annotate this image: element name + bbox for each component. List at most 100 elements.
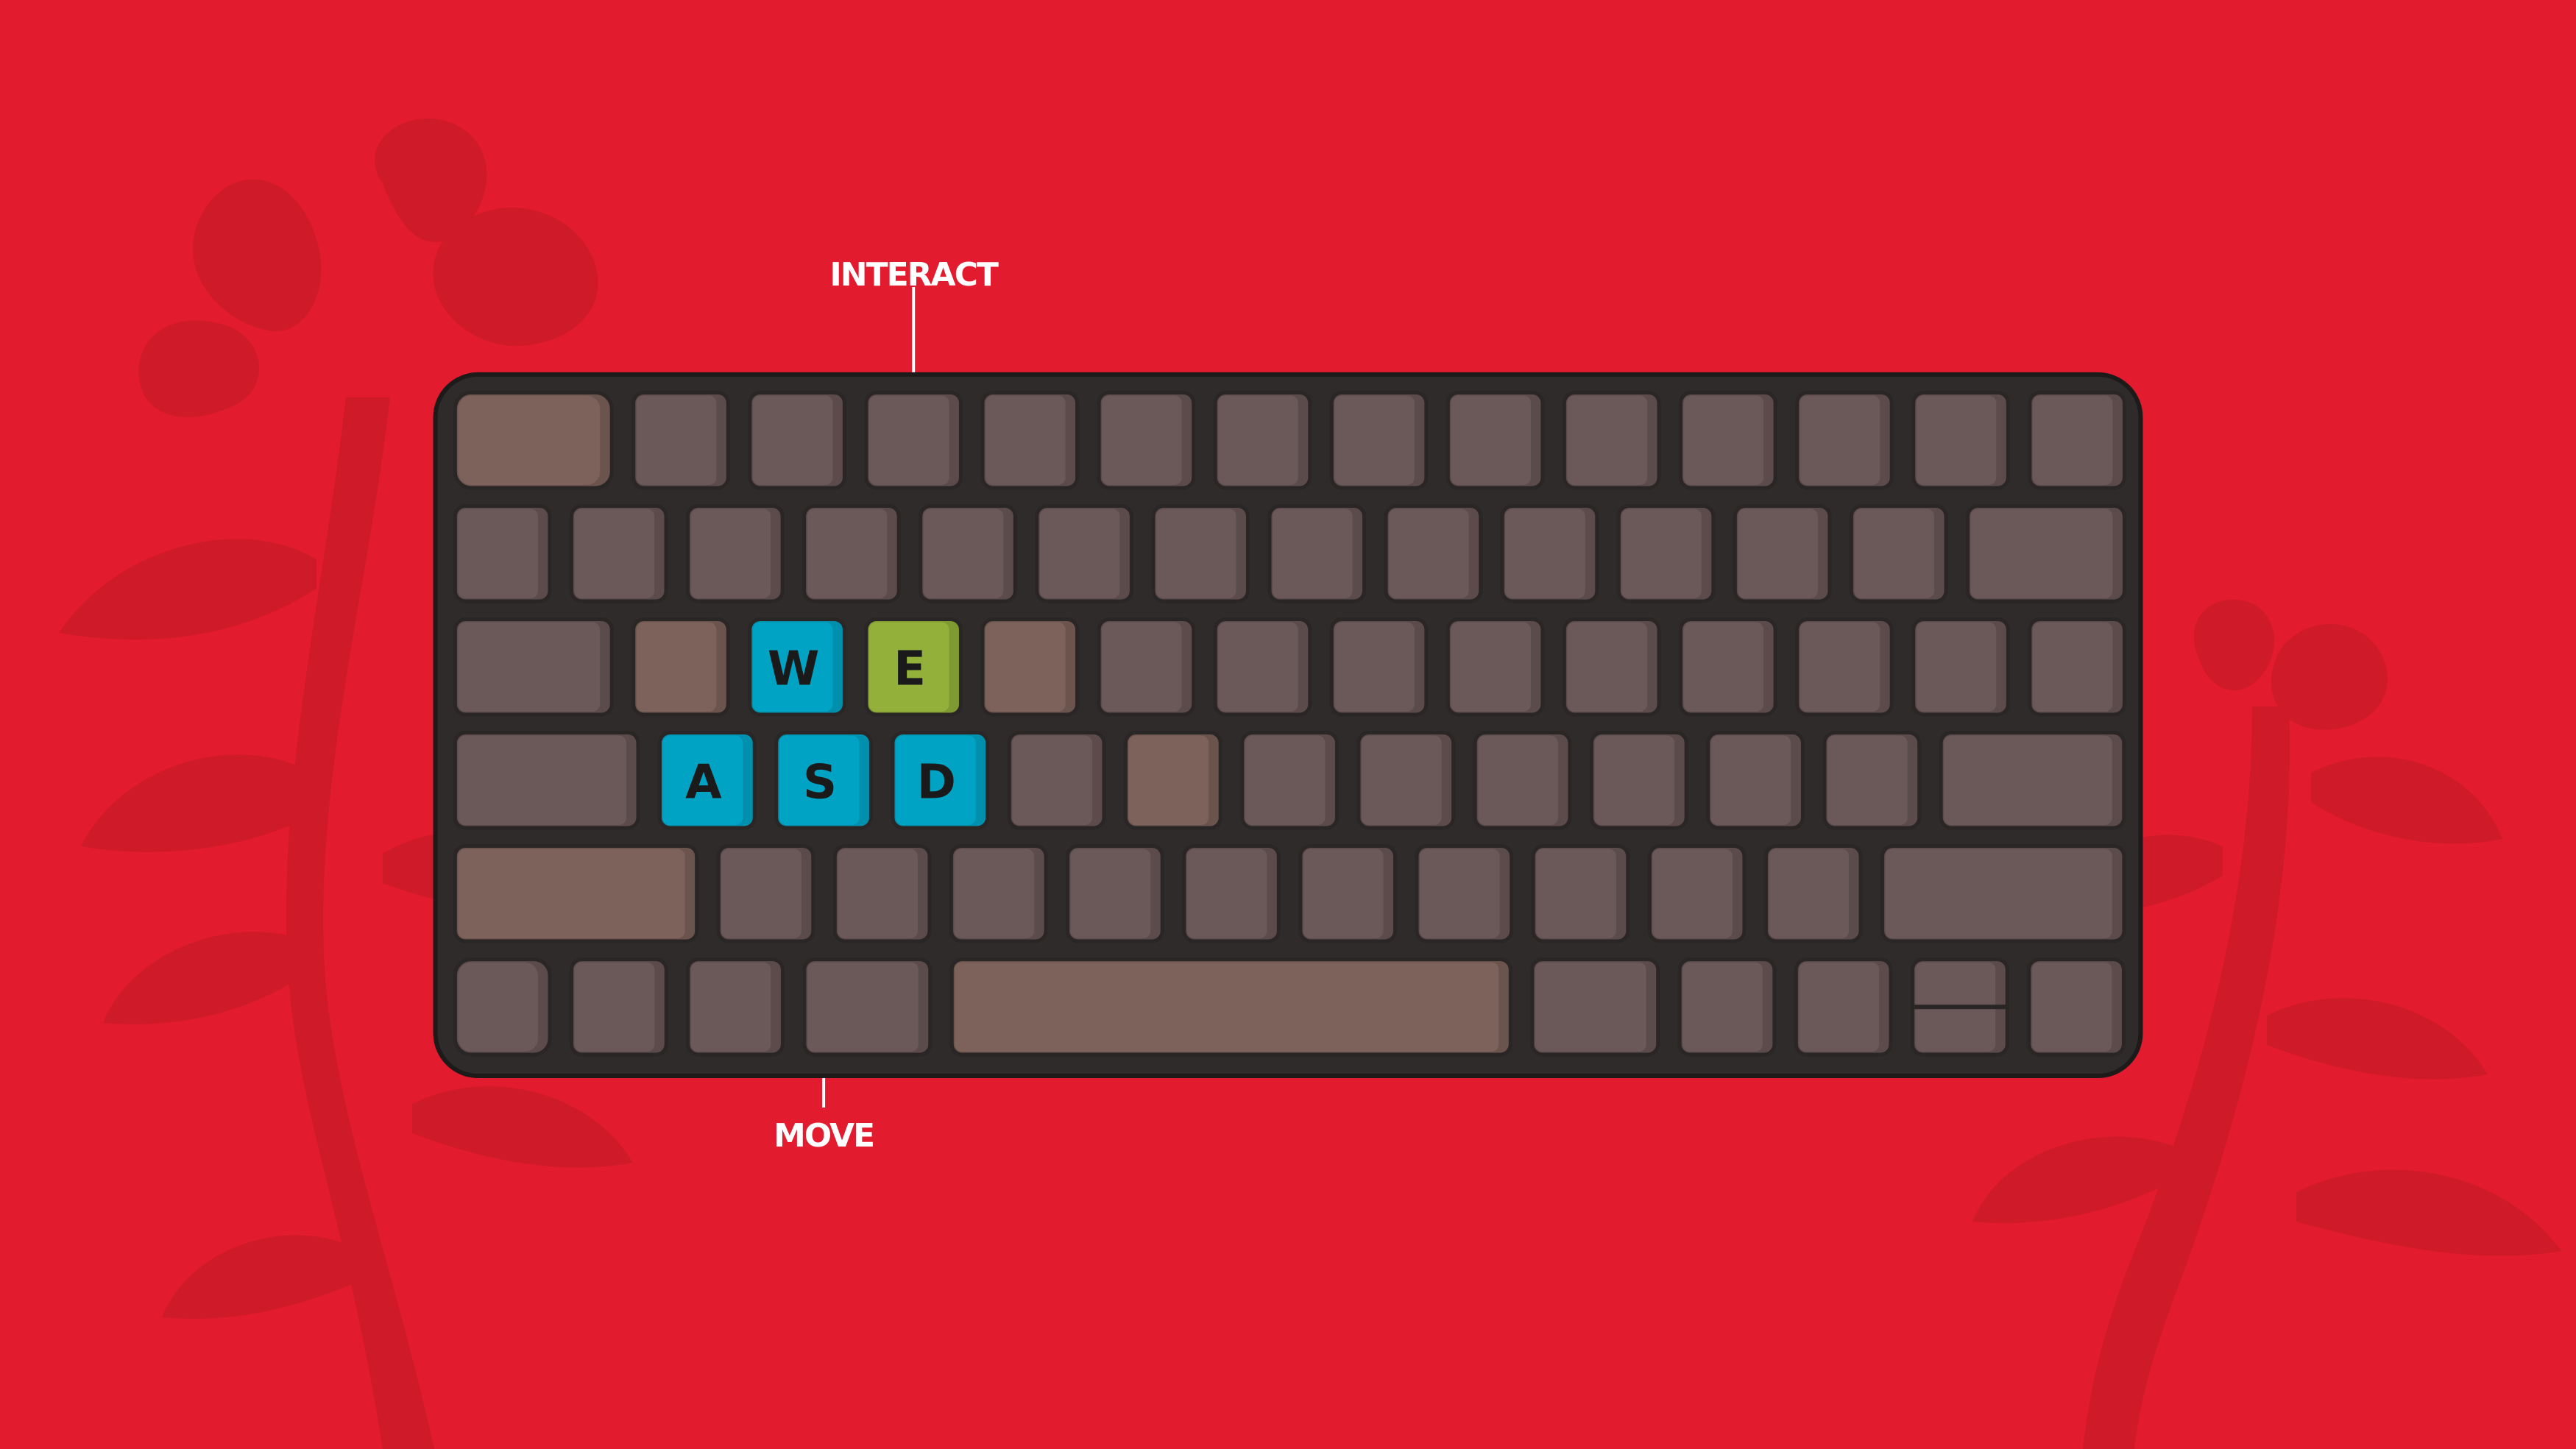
key-r6-8-face — [1799, 962, 1880, 1052]
key-r5-2[interactable] — [716, 844, 815, 943]
key-r6-6-face — [1535, 962, 1646, 1052]
key-r2-13-face — [1854, 509, 1935, 598]
key-r5-10[interactable] — [1647, 844, 1747, 943]
key-r2-6-face — [1039, 509, 1120, 598]
key-r2-3[interactable] — [685, 504, 785, 603]
key-r5-12-face — [1885, 849, 2112, 939]
key-r4-6[interactable] — [1123, 731, 1222, 830]
key-r1-7[interactable] — [1213, 390, 1312, 490]
key-r1-11[interactable] — [1678, 390, 1777, 490]
key-r5-9[interactable] — [1531, 844, 1630, 943]
key-r5-11[interactable] — [1763, 844, 1863, 943]
key-r2-2[interactable] — [569, 504, 668, 603]
key-r1-7-face — [1218, 395, 1298, 485]
key-r3-6[interactable] — [1097, 617, 1196, 717]
key-r2-11[interactable] — [1616, 504, 1716, 603]
key-r1-14[interactable] — [2028, 390, 2126, 490]
key-r1-2[interactable] — [631, 390, 730, 490]
key-r2-1[interactable] — [453, 504, 552, 603]
key-r1-9-face — [1451, 395, 1531, 485]
key-r1-3[interactable] — [748, 390, 846, 490]
key-r2-12[interactable] — [1733, 504, 1832, 603]
key-r6-7[interactable] — [1677, 957, 1777, 1057]
key-r4-8[interactable] — [1356, 731, 1456, 830]
key-w[interactable]: W — [748, 617, 846, 717]
key-a[interactable]: A — [657, 731, 757, 830]
key-r3-8[interactable] — [1329, 617, 1429, 717]
key-r6-2[interactable] — [569, 957, 668, 1057]
key-d[interactable]: D — [891, 731, 990, 830]
key-r4-7-face — [1245, 735, 1326, 825]
key-r6-6[interactable] — [1530, 957, 1660, 1057]
key-e[interactable]: E — [864, 617, 963, 717]
key-r4-7[interactable] — [1240, 731, 1339, 830]
key-r6-8[interactable] — [1794, 957, 1893, 1057]
key-r2-5-face — [923, 509, 1004, 598]
key-r1-5[interactable] — [980, 390, 1080, 490]
key-r5-1[interactable] — [453, 844, 699, 943]
key-r4-13[interactable] — [1939, 731, 2126, 830]
key-r2-10[interactable] — [1500, 504, 1599, 603]
key-r1-8[interactable] — [1329, 390, 1429, 490]
key-r3-13[interactable] — [1911, 617, 2010, 717]
key-r2-9[interactable] — [1384, 504, 1483, 603]
key-r5-8-face — [1419, 849, 1500, 939]
key-r4-12[interactable] — [1822, 731, 1922, 830]
key-r2-1-face — [458, 509, 538, 598]
key-r2-2-face — [574, 509, 655, 598]
key-r3-1[interactable] — [453, 617, 614, 717]
key-a-label: A — [685, 755, 722, 809]
key-r2-8-face — [1272, 509, 1353, 598]
key-r5-8[interactable] — [1415, 844, 1514, 943]
key-r2-8[interactable] — [1267, 504, 1367, 603]
key-r6-4-face — [807, 962, 919, 1052]
key-r6-1[interactable] — [453, 957, 552, 1057]
key-r6-5[interactable] — [949, 957, 1512, 1057]
key-r5-4-face — [954, 849, 1035, 939]
key-r6-4[interactable] — [802, 957, 933, 1057]
key-r2-13[interactable] — [1849, 504, 1948, 603]
key-r4-10[interactable] — [1589, 731, 1688, 830]
key-r2-5[interactable] — [919, 504, 1017, 603]
key-r2-7[interactable] — [1151, 504, 1250, 603]
key-r5-7[interactable] — [1298, 844, 1398, 943]
key-r2-14[interactable] — [1966, 504, 2126, 603]
key-r2-4[interactable] — [802, 504, 901, 603]
key-r6-10[interactable] — [2027, 957, 2126, 1057]
key-r1-4[interactable] — [864, 390, 963, 490]
key-r1-6[interactable] — [1097, 390, 1196, 490]
key-r6-9[interactable] — [1911, 957, 2009, 1057]
key-r1-1[interactable] — [453, 390, 614, 490]
key-r4-9[interactable] — [1473, 731, 1572, 830]
key-r1-12[interactable] — [1795, 390, 1894, 490]
key-r4-5[interactable] — [1007, 731, 1106, 830]
key-r5-12[interactable] — [1880, 844, 2126, 943]
key-r5-4[interactable] — [949, 844, 1048, 943]
key-r3-5[interactable] — [980, 617, 1080, 717]
key-r3-11-face — [1683, 622, 1764, 712]
key-r2-6[interactable] — [1035, 504, 1133, 603]
key-r2-12-face — [1738, 509, 1818, 598]
keyboard-controls-scene: W E A S D INTERACT MOVE — [0, 0, 2576, 1449]
key-r5-6[interactable] — [1182, 844, 1281, 943]
key-r3-14[interactable] — [2028, 617, 2126, 717]
key-r5-3[interactable] — [832, 844, 932, 943]
key-r1-10[interactable] — [1562, 390, 1661, 490]
key-r5-5[interactable] — [1066, 844, 1164, 943]
key-r6-3[interactable] — [686, 957, 785, 1057]
key-r1-13[interactable] — [1911, 390, 2010, 490]
key-r3-2[interactable] — [631, 617, 730, 717]
key-r4-11[interactable] — [1706, 731, 1805, 830]
key-r1-2-face — [636, 395, 717, 485]
key-s[interactable]: S — [774, 731, 873, 830]
key-r3-11[interactable] — [1678, 617, 1777, 717]
key-r4-8-face — [1361, 735, 1442, 825]
key-r3-10[interactable] — [1562, 617, 1661, 717]
key-r5-11-face — [1769, 849, 1850, 939]
key-r1-9[interactable] — [1446, 390, 1545, 490]
key-r3-9[interactable] — [1446, 617, 1545, 717]
key-s-label: S — [803, 755, 837, 809]
key-r4-1[interactable] — [453, 731, 640, 830]
key-r3-7[interactable] — [1213, 617, 1312, 717]
key-r3-12[interactable] — [1795, 617, 1894, 717]
